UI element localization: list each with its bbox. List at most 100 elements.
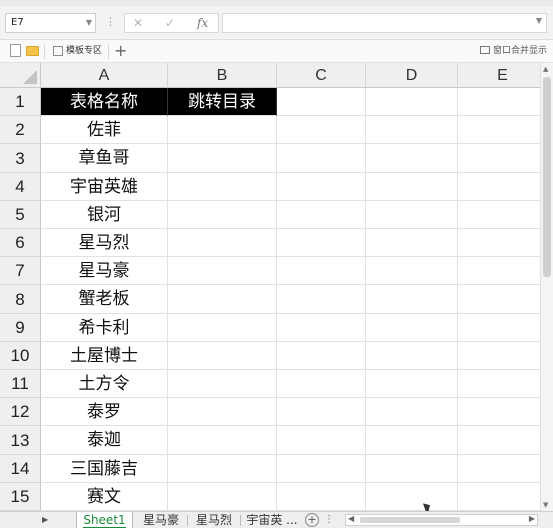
cell-b8[interactable] [168,285,277,314]
row-header[interactable]: 14 [0,455,41,483]
cell-b6[interactable] [168,229,277,257]
column-header-d[interactable]: D [366,63,458,88]
cell-b9[interactable] [168,314,277,342]
cell-e1[interactable] [458,88,540,116]
row-header[interactable]: 4 [0,173,41,201]
row-header[interactable]: 3 [0,144,41,173]
sheet-tab-yuzhouying[interactable]: 宇宙英 ... [243,512,301,528]
sheet-tab-xingmahao[interactable]: 星马豪 [136,512,186,528]
row-header[interactable]: 2 [0,116,41,144]
formula-input[interactable]: ▼ [222,13,547,33]
cell-c13[interactable] [277,426,366,455]
cell-a5[interactable]: 银河 [41,201,168,229]
scroll-right-icon[interactable]: ▶ [529,514,535,523]
cell-e10[interactable] [458,342,540,370]
window-merge-button[interactable]: 窗口合并显示 [479,44,547,59]
name-box[interactable]: E7 ▼ [5,13,96,33]
cell-a13[interactable]: 泰迦 [41,426,168,455]
scrollbar-thumb[interactable] [543,77,551,277]
cell-a14[interactable]: 三国藤吉 [41,455,168,483]
cell-a8[interactable]: 蟹老板 [41,285,168,314]
cell-c5[interactable] [277,201,366,229]
cell-b11[interactable] [168,370,277,398]
column-header-c[interactable]: C [277,63,366,88]
cell-d10[interactable] [366,342,458,370]
cell-a3[interactable]: 章鱼哥 [41,144,168,173]
cell-b7[interactable] [168,257,277,285]
cell-e15[interactable] [458,483,540,511]
cell-c11[interactable] [277,370,366,398]
cell-c1[interactable] [277,88,366,116]
scroll-up-icon[interactable]: ▲ [543,65,548,73]
cell-e3[interactable] [458,144,540,173]
new-document-icon[interactable] [10,44,21,57]
cell-d6[interactable] [366,229,458,257]
column-header-b[interactable]: B [168,63,277,88]
template-zone-tab[interactable]: 模板专区 [66,44,102,59]
column-header-a[interactable]: A [41,63,168,88]
row-header[interactable]: 12 [0,398,41,426]
horizontal-scrollbar[interactable]: ◀ ▶ [345,514,538,526]
cell-a9[interactable]: 希卡利 [41,314,168,342]
cell-d3[interactable] [366,144,458,173]
sheet-tab-xingmalie[interactable]: 星马烈 [189,512,239,528]
more-icon[interactable]: ⋮ [105,14,116,30]
cell-d4[interactable] [366,173,458,201]
cell-a10[interactable]: 土屋博士 [41,342,168,370]
cell-b10[interactable] [168,342,277,370]
expand-formula-icon[interactable]: ▼ [536,16,542,25]
select-all-corner[interactable] [0,63,41,88]
cell-a15[interactable]: 赛文 [41,483,168,511]
row-header[interactable]: 1 [0,88,41,116]
cell-d5[interactable] [366,201,458,229]
cell-c12[interactable] [277,398,366,426]
row-header[interactable]: 15 [0,483,41,511]
row-header[interactable]: 11 [0,370,41,398]
cell-a7[interactable]: 星马豪 [41,257,168,285]
cell-d11[interactable] [366,370,458,398]
cell-e4[interactable] [458,173,540,201]
cell-b12[interactable] [168,398,277,426]
cell-b5[interactable] [168,201,277,229]
cell-b2[interactable] [168,116,277,144]
open-folder-icon[interactable] [26,46,39,56]
cell-d14[interactable] [366,455,458,483]
more-sheets-icon[interactable]: ⋮ [324,512,334,527]
cell-d12[interactable] [366,398,458,426]
cell-a6[interactable]: 星马烈 [41,229,168,257]
cell-a12[interactable]: 泰罗 [41,398,168,426]
sheet-nav-right-icon[interactable]: ▶ [42,513,48,527]
column-header-e[interactable]: E [458,63,540,88]
cell-e8[interactable] [458,285,540,314]
cell-c15[interactable] [277,483,366,511]
cell-c2[interactable] [277,116,366,144]
cell-e5[interactable] [458,201,540,229]
cell-d2[interactable] [366,116,458,144]
cell-d15[interactable] [366,483,458,511]
cell-d1[interactable] [366,88,458,116]
home-icon[interactable] [53,46,63,56]
cell-e12[interactable] [458,398,540,426]
row-header[interactable]: 9 [0,314,41,342]
cell-a2[interactable]: 佐菲 [41,116,168,144]
cell-e9[interactable] [458,314,540,342]
cell-e14[interactable] [458,455,540,483]
row-header[interactable]: 7 [0,257,41,285]
confirm-icon[interactable]: ✓ [165,15,175,31]
cell-c4[interactable] [277,173,366,201]
cell-b13[interactable] [168,426,277,455]
vertical-scrollbar[interactable]: ▲ ▼ [540,63,553,511]
cell-c8[interactable] [277,285,366,314]
cell-e7[interactable] [458,257,540,285]
row-header[interactable]: 5 [0,201,41,229]
cell-b14[interactable] [168,455,277,483]
insert-function-icon[interactable]: fx [197,15,208,31]
cell-a11[interactable]: 土方令 [41,370,168,398]
cell-c6[interactable] [277,229,366,257]
scrollbar-thumb[interactable] [360,517,460,523]
cell-c10[interactable] [277,342,366,370]
cell-a4[interactable]: 宇宙英雄 [41,173,168,201]
scroll-left-icon[interactable]: ◀ [348,514,354,523]
cell-e2[interactable] [458,116,540,144]
sheet-tab-sheet1[interactable]: Sheet1 [76,512,133,528]
